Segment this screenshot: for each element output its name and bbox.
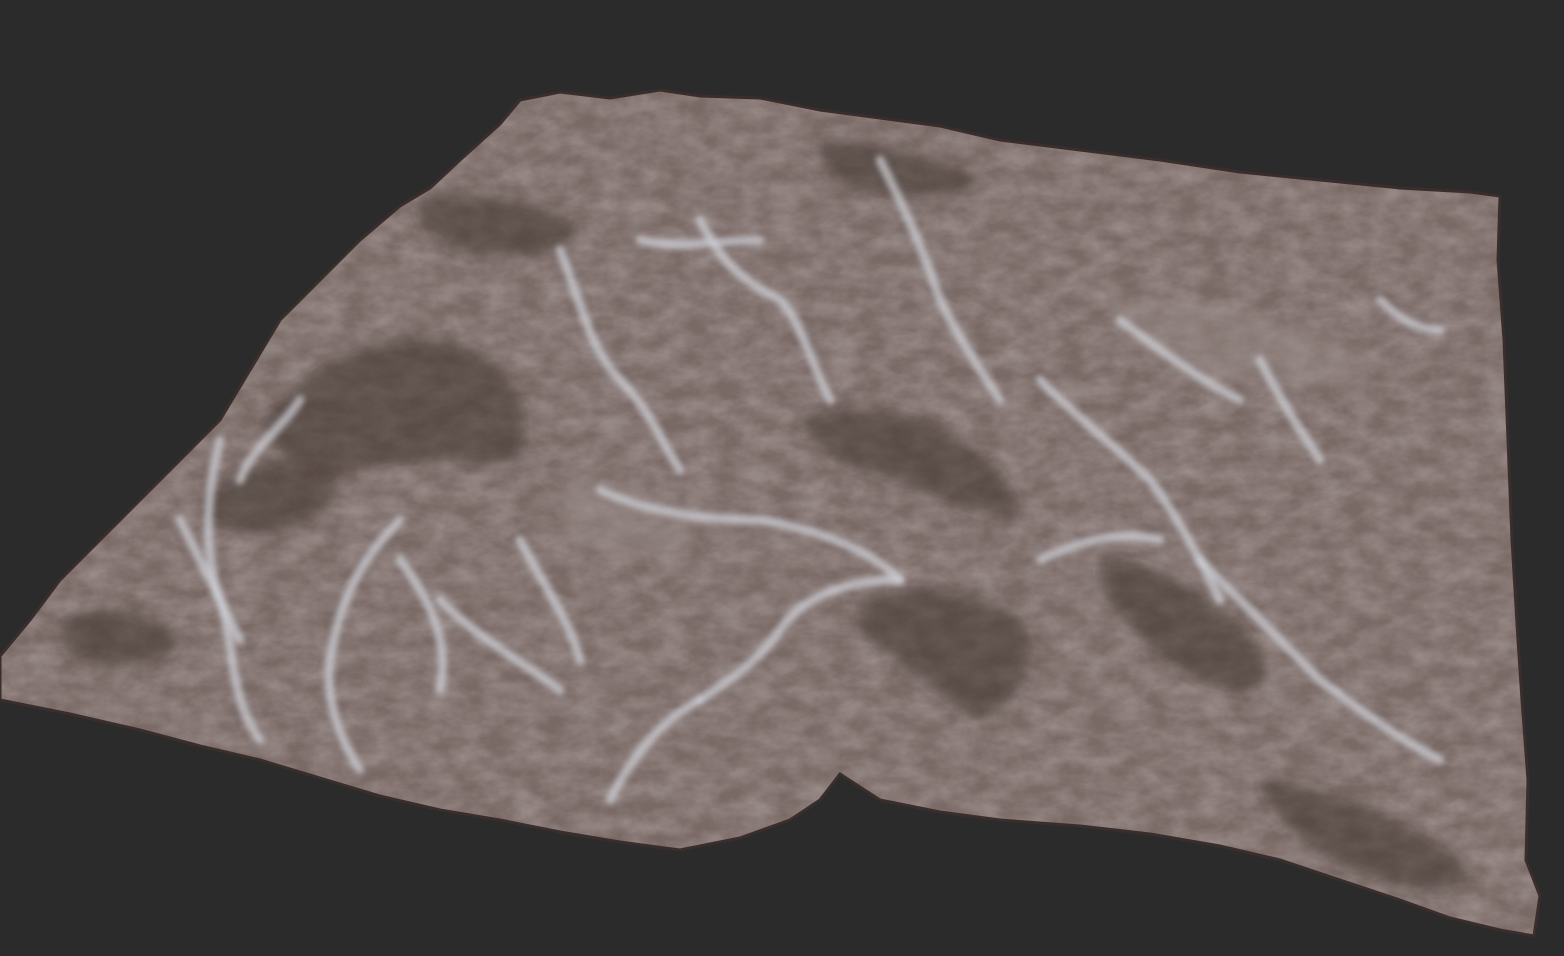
terrain-scene (0, 0, 1564, 956)
3d-viewport[interactable] (0, 0, 1564, 956)
